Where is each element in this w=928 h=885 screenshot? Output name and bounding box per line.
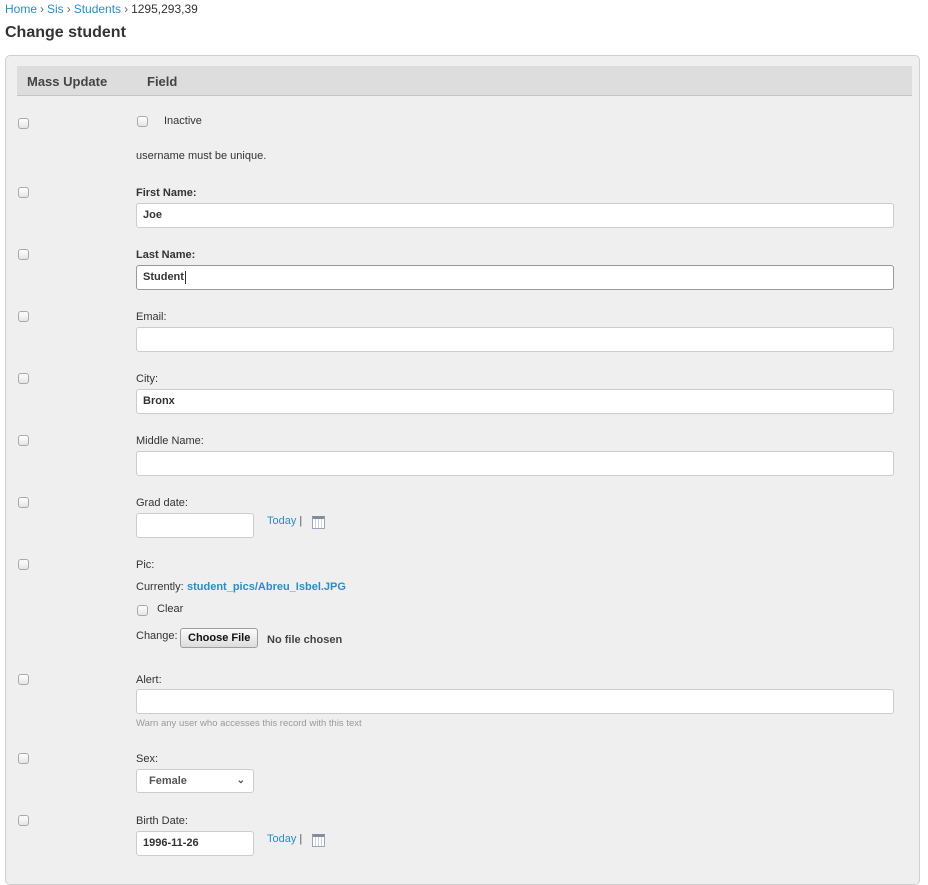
birth-date-label: Birth Date: (136, 815, 188, 827)
mass-update-checkbox-middle-name[interactable] (18, 435, 29, 446)
sex-selected-value: Female (149, 775, 187, 787)
city-input[interactable]: Bronx (136, 389, 894, 414)
last-name-value: Student (143, 271, 184, 283)
alert-input[interactable] (136, 689, 894, 714)
city-label: City: (136, 373, 158, 385)
change-form-panel: Mass Update Field Inactive username must… (5, 55, 920, 885)
breadcrumb-separator: › (124, 2, 129, 16)
first-name-label: First Name: (136, 187, 197, 199)
link-separator: | (299, 833, 303, 845)
calendar-icon[interactable] (312, 516, 325, 529)
breadcrumb-app[interactable]: Sis (47, 2, 64, 16)
breadcrumb-separator: › (66, 2, 71, 16)
pic-label: Pic: (136, 559, 155, 571)
mass-update-checkbox-inactive[interactable] (18, 118, 29, 129)
middle-name-label: Middle Name: (136, 435, 204, 447)
column-header-field: Field (147, 74, 178, 89)
choose-file-button[interactable]: Choose File (180, 628, 259, 648)
first-name-input[interactable]: Joe (136, 203, 894, 228)
inactive-checkbox[interactable] (137, 116, 148, 127)
mass-update-checkbox-first-name[interactable] (18, 187, 29, 198)
grad-date-input[interactable] (136, 513, 254, 538)
pic-change-label: Change: (136, 630, 178, 642)
breadcrumb-model[interactable]: Students (74, 2, 121, 16)
username-note: username must be unique. (136, 150, 267, 162)
table-header: Mass Update Field (17, 66, 912, 96)
calendar-icon[interactable] (312, 834, 325, 847)
pic-clear-label: Clear (157, 603, 184, 615)
email-label: Email: (136, 311, 167, 323)
mass-update-checkbox-pic[interactable] (18, 559, 29, 570)
email-input[interactable] (136, 327, 894, 352)
column-header-mass-update: Mass Update (27, 74, 108, 89)
sex-select[interactable]: Female ⌄ (136, 769, 254, 793)
pic-current-file-link[interactable]: student_pics/Abreu_Isbel.JPG (187, 581, 346, 593)
grad-date-today-link[interactable]: Today | (267, 515, 302, 527)
chevron-down-icon: ⌄ (236, 775, 245, 786)
mass-update-checkbox-alert[interactable] (18, 674, 29, 685)
last-name-label: Last Name: (136, 249, 196, 261)
last-name-input[interactable]: Student (136, 265, 894, 290)
alert-help-text: Warn any user who accesses this record w… (136, 718, 362, 729)
mass-update-checkbox-birth-date[interactable] (18, 815, 29, 826)
breadcrumb: Home › Sis › Students › 1295,293,39 (5, 2, 198, 16)
page-title: Change student (5, 24, 126, 41)
middle-name-input[interactable] (136, 451, 894, 476)
pic-clear-checkbox[interactable] (137, 605, 148, 616)
birth-date-input[interactable]: 1996-11-26 (136, 831, 254, 856)
sex-label: Sex: (136, 753, 159, 765)
mass-update-checkbox-email[interactable] (18, 311, 29, 322)
grad-date-label: Grad date: (136, 497, 188, 509)
mass-update-checkbox-city[interactable] (18, 373, 29, 384)
no-file-chosen-text: No file chosen (267, 634, 343, 646)
breadcrumb-separator: › (40, 2, 45, 16)
mass-update-checkbox-last-name[interactable] (18, 249, 29, 260)
text-cursor (184, 270, 186, 284)
link-separator: | (299, 515, 303, 527)
inactive-label: Inactive (164, 115, 202, 127)
birth-date-today-link[interactable]: Today | (267, 833, 302, 845)
alert-label: Alert: (136, 674, 162, 686)
breadcrumb-home[interactable]: Home (5, 2, 37, 16)
pic-currently-label: Currently: (136, 581, 184, 593)
mass-update-checkbox-sex[interactable] (18, 753, 29, 764)
breadcrumb-current: 1295,293,39 (131, 2, 198, 16)
mass-update-checkbox-grad-date[interactable] (18, 497, 29, 508)
